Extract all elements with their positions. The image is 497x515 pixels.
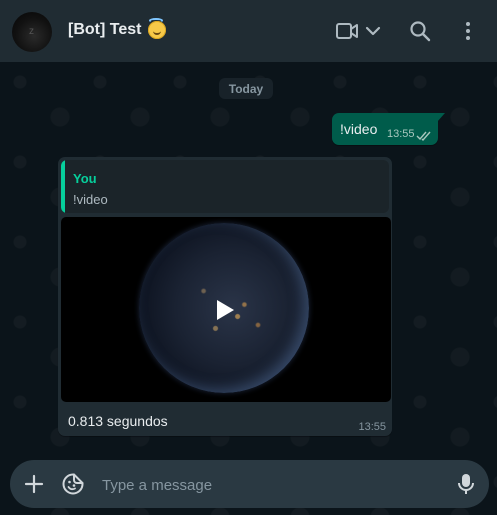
message-time: 13:55: [387, 128, 415, 140]
incoming-message[interactable]: You !video 0.813 segundos 13:55: [58, 157, 392, 436]
message-time: 13:55: [358, 421, 386, 433]
quoted-message[interactable]: You !video: [61, 160, 389, 213]
chat-header[interactable]: z [Bot] Test: [0, 0, 497, 62]
sticker-icon[interactable]: [61, 472, 85, 501]
play-icon[interactable]: [217, 300, 234, 320]
search-icon[interactable]: [408, 19, 432, 48]
message-input[interactable]: [100, 460, 444, 510]
message-composer: [10, 460, 489, 510]
avatar[interactable]: z: [12, 12, 52, 52]
chat-title[interactable]: [Bot] Test: [68, 18, 167, 39]
quote-text: !video: [73, 192, 108, 207]
video-thumbnail[interactable]: [61, 217, 391, 402]
message-text: !video: [340, 121, 378, 137]
outgoing-message[interactable]: !video 13:55: [332, 113, 445, 146]
video-caption: 0.813 segundos: [68, 413, 168, 429]
chevron-down-icon[interactable]: [364, 19, 382, 48]
quote-author: You: [73, 171, 97, 186]
read-ticks-icon: [416, 128, 432, 146]
microphone-icon[interactable]: [456, 472, 476, 501]
date-separator: Today: [219, 78, 273, 99]
avatar-mark: z: [29, 26, 34, 37]
video-call-icon[interactable]: [335, 19, 359, 48]
chat-title-text: [Bot] Test: [68, 21, 142, 38]
menu-icon[interactable]: [458, 19, 478, 48]
plus-icon[interactable]: [22, 472, 46, 501]
smiling-face-with-halo-icon: [148, 18, 167, 39]
quote-accent-bar: [61, 160, 65, 213]
